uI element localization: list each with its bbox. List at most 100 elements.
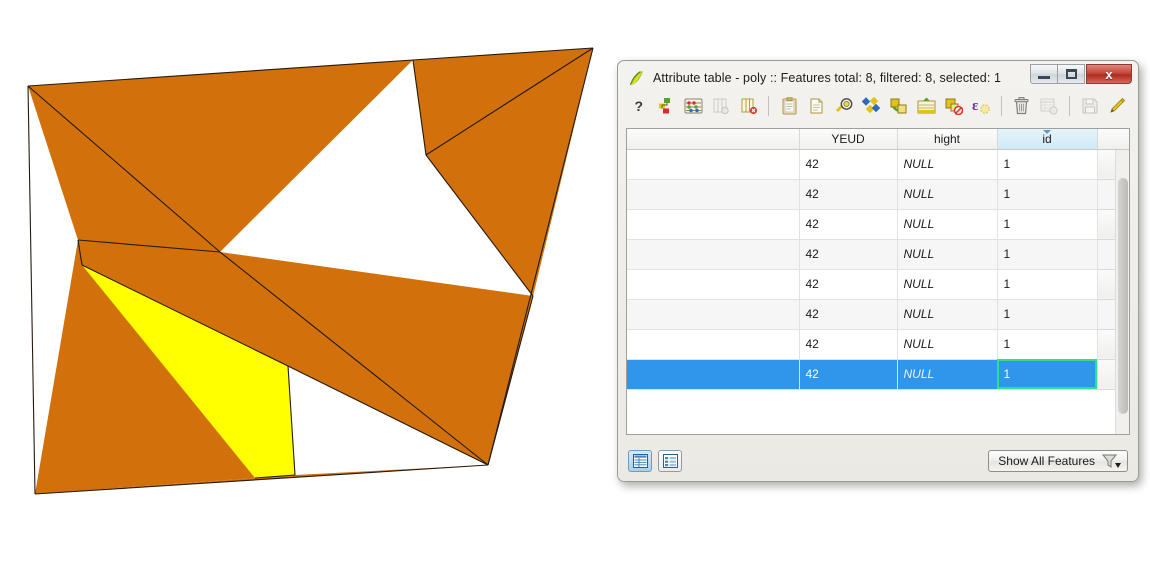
cell-blank[interactable] [627, 359, 800, 390]
move-selection-to-top-button[interactable] [914, 93, 939, 119]
filter-label: Show All Features [998, 454, 1095, 468]
table-row[interactable]: 42NULL10 [627, 149, 1129, 180]
cell-hight[interactable]: NULL [897, 299, 998, 330]
epsilon-icon: ε [972, 98, 990, 114]
table-toolbar[interactable]: ? ε [622, 90, 1134, 122]
map-canvas[interactable] [0, 0, 620, 520]
cell-id[interactable]: 1 [997, 359, 1098, 390]
cell-blank[interactable] [627, 239, 800, 270]
svg-text:ε: ε [972, 98, 979, 114]
cell-yeud[interactable]: 42 [799, 329, 898, 360]
cell-yeud[interactable]: 42 [799, 299, 898, 330]
window-title: Attribute table - poly :: Features total… [653, 70, 1002, 85]
edit-layer-icon [659, 98, 671, 114]
conditional-formatting-button[interactable] [1037, 93, 1062, 119]
table-row[interactable]: 42NULL14 [627, 269, 1129, 300]
invert-selection-button[interactable] [886, 93, 911, 119]
cell-hight[interactable]: NULL [897, 359, 998, 390]
feature-0[interactable] [28, 60, 413, 252]
table-row[interactable]: 42NULL16 [627, 329, 1129, 360]
help-icon: ? [634, 98, 644, 114]
toggle-editing-button[interactable] [653, 93, 678, 119]
cell-yeud[interactable]: 42 [799, 269, 898, 300]
table-row[interactable]: 42NULL15 [627, 299, 1129, 330]
paste-icon [810, 98, 823, 114]
polygon-edge [27, 85, 36, 495]
column-blank-header[interactable] [627, 129, 800, 150]
cell-id[interactable]: 1 [997, 209, 1098, 240]
column-hight-header[interactable]: hight [897, 129, 998, 150]
cell-hight[interactable]: NULL [897, 149, 998, 180]
vertical-scrollbar[interactable] [1115, 150, 1129, 434]
cell-blank[interactable] [627, 149, 800, 180]
delete-column-button[interactable] [736, 93, 761, 119]
cell-id[interactable]: 1 [997, 329, 1098, 360]
cell-blank[interactable] [627, 209, 800, 240]
toggle-edit-mode-button[interactable] [1104, 93, 1129, 119]
save-edits-button[interactable] [1077, 93, 1102, 119]
table-view-icon [632, 454, 648, 468]
cell-yeud[interactable]: 42 [799, 209, 898, 240]
close-button[interactable]: x [1086, 64, 1132, 84]
maximize-button[interactable] [1057, 64, 1085, 84]
funnel-icon [1101, 454, 1121, 468]
cell-blank[interactable] [627, 179, 800, 210]
copy-selected-rows-button[interactable] [776, 93, 801, 119]
cell-id[interactable]: 1 [997, 299, 1098, 330]
attribute-grid[interactable]: YEUDhightid 42NULL1042NULL1142NULL1242NU… [627, 129, 1129, 390]
field-calculator-button[interactable] [681, 93, 706, 119]
filter-selector-button[interactable]: Show All Features [988, 450, 1128, 472]
attribute-table-window[interactable]: Attribute table - poly :: Features total… [617, 60, 1139, 482]
cell-hight[interactable]: NULL [897, 329, 998, 360]
paste-features-button[interactable] [804, 93, 829, 119]
cell-id[interactable]: 1 [997, 239, 1098, 270]
cell-yeud[interactable]: 42 [799, 359, 898, 390]
deselect-all-button[interactable] [941, 93, 966, 119]
cell-blank[interactable] [627, 329, 800, 360]
polygon-features[interactable] [28, 48, 593, 494]
minimize-button[interactable] [1030, 64, 1058, 84]
cell-hight[interactable]: NULL [897, 269, 998, 300]
delete-selected-features-button[interactable] [1009, 93, 1034, 119]
grid-header[interactable]: YEUD hight id [627, 129, 1129, 150]
table-view-button[interactable] [628, 450, 652, 472]
header-row[interactable]: YEUD hight id [627, 129, 1129, 150]
column-id-header[interactable]: id [997, 129, 1098, 150]
zoom-map-to-selected-rows-button[interactable] [831, 93, 856, 119]
column-yeud-header[interactable]: YEUD [799, 129, 898, 150]
cell-id[interactable]: 1 [997, 179, 1098, 210]
cell-hight[interactable]: NULL [897, 239, 998, 270]
status-bar[interactable]: Show All Features [622, 445, 1134, 477]
window-controls[interactable]: x [1030, 64, 1132, 84]
cell-yeud[interactable]: 42 [799, 179, 898, 210]
cell-blank[interactable] [627, 269, 800, 300]
view-mode-toggles[interactable] [628, 450, 682, 472]
table-row[interactable]: 42NULL13 [627, 239, 1129, 270]
open-field-calculator-button[interactable]: ε [969, 93, 994, 119]
table-row[interactable]: 42NULL11 [627, 179, 1129, 210]
column-rownumber-header[interactable] [1097, 129, 1129, 150]
scrollbar-thumb[interactable] [1118, 178, 1128, 414]
trash-icon [1014, 97, 1029, 115]
title-bar[interactable]: Attribute table - poly :: Features total… [622, 64, 1134, 90]
new-column-button[interactable] [708, 93, 733, 119]
maximize-icon [1065, 69, 1077, 79]
grid-body[interactable]: 42NULL1042NULL1142NULL1242NULL1342NULL14… [627, 149, 1129, 390]
cell-hight[interactable]: NULL [897, 179, 998, 210]
attribute-grid-frame[interactable]: YEUDhightid 42NULL1042NULL1142NULL1242NU… [626, 128, 1130, 435]
form-view-button[interactable] [658, 450, 682, 472]
delete-column-icon [741, 98, 757, 115]
new-column-icon [713, 98, 729, 115]
cell-hight[interactable]: NULL [897, 209, 998, 240]
cell-blank[interactable] [627, 299, 800, 330]
table-row[interactable]: 42NULL17 [627, 359, 1129, 390]
table-row[interactable]: 42NULL12 [627, 209, 1129, 240]
cell-yeud[interactable]: 42 [799, 239, 898, 270]
cell-id[interactable]: 1 [997, 269, 1098, 300]
help-button[interactable]: ? [626, 93, 651, 119]
deselect-all-icon [945, 98, 963, 115]
select-features-using-expression-button[interactable] [859, 93, 884, 119]
cell-id[interactable]: 1 [997, 149, 1098, 180]
cell-yeud[interactable]: 42 [799, 149, 898, 180]
qgis-leaf-icon [629, 70, 643, 85]
